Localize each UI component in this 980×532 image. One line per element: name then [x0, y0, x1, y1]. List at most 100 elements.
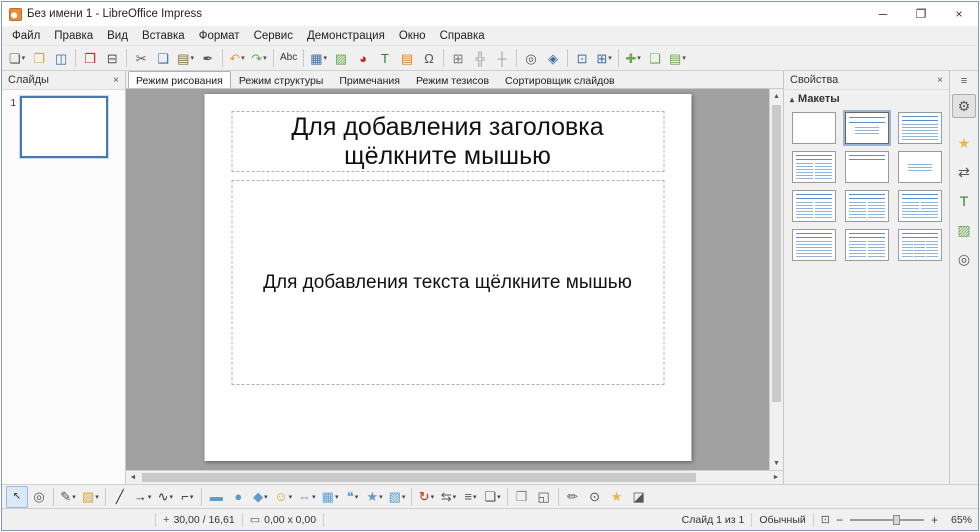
hscroll-track[interactable] — [140, 471, 769, 484]
layout-title-slide[interactable] — [845, 112, 889, 144]
spelling-button[interactable]: Abc — [277, 47, 300, 69]
points-button[interactable]: ✏ — [562, 486, 584, 508]
gallery-tab[interactable]: ▨ — [952, 218, 976, 242]
crop-button[interactable]: ◱ — [533, 486, 555, 508]
select-button[interactable]: ↖ — [6, 486, 28, 508]
menu-item[interactable]: Файл — [5, 28, 47, 44]
display-mode-button[interactable]: ⊞▾ — [593, 47, 615, 69]
curve-button[interactable]: ∿▾ — [154, 486, 176, 508]
slide-style[interactable]: Обычный — [759, 514, 805, 526]
view-tab[interactable]: Сортировщик слайдов — [497, 71, 623, 88]
print-button[interactable]: ⊟ — [101, 47, 123, 69]
layout-title-2content[interactable] — [792, 151, 836, 183]
scroll-right-icon[interactable]: ► — [769, 471, 783, 484]
menu-item[interactable]: Сервис — [247, 28, 300, 44]
menu-item[interactable]: Формат — [192, 28, 247, 44]
layout-title-content-over-content[interactable] — [792, 229, 836, 261]
view-tab[interactable]: Режим рисования — [128, 71, 231, 88]
slides-panel-close-icon[interactable]: × — [113, 75, 119, 86]
basic-shapes-button[interactable]: ◆▾ — [249, 486, 271, 508]
scroll-down-icon[interactable]: ▼ — [770, 456, 783, 470]
layout-title-2content-content[interactable] — [792, 190, 836, 222]
flowchart-button[interactable]: ▦▾ — [319, 486, 342, 508]
scroll-up-icon[interactable]: ▲ — [770, 89, 783, 103]
insert-header-footer-button[interactable]: ▤ — [396, 47, 418, 69]
menu-item[interactable]: Демонстрация — [300, 28, 392, 44]
insert-line-button[interactable]: ╱ — [109, 486, 131, 508]
layout-title-content[interactable] — [898, 112, 942, 144]
restore-button[interactable]: ❐ — [902, 2, 940, 26]
zoom-in-button[interactable]: + — [929, 513, 940, 527]
horizontal-scrollbar[interactable]: ◄ ► — [126, 470, 783, 484]
layout-title-content-2content[interactable] — [845, 190, 889, 222]
insert-chart-button[interactable]: ◕ — [352, 47, 374, 69]
vscroll-thumb[interactable] — [772, 105, 781, 402]
sidebar-menu-tab[interactable]: ≡ — [952, 73, 976, 89]
insert-special-char-button[interactable]: Ω — [418, 47, 440, 69]
callouts-button[interactable]: ❝▾ — [341, 486, 363, 508]
layout-title-6content[interactable] — [898, 229, 942, 261]
open-button[interactable]: ❐ — [28, 47, 50, 69]
new-slide-button[interactable]: ✚▾ — [622, 47, 644, 69]
copy-button[interactable]: ❑ — [152, 47, 174, 69]
insert-table-button[interactable]: ▦▾ — [307, 47, 330, 69]
duplicate-slide-button[interactable]: ❑ — [644, 47, 666, 69]
rotate-button[interactable]: ↻▾ — [415, 486, 437, 508]
navigator-button[interactable]: ◈ — [542, 47, 564, 69]
menu-item[interactable]: Окно — [392, 28, 433, 44]
layout-centered-text[interactable] — [898, 151, 942, 183]
zoom-out-button[interactable]: − — [834, 513, 845, 527]
display-grid-button[interactable]: ⊞ — [447, 47, 469, 69]
slide-thumbnail[interactable] — [20, 96, 108, 158]
layout-title-2content-over-content[interactable] — [898, 190, 942, 222]
layout-blank[interactable] — [792, 112, 836, 144]
cut-button[interactable]: ✂ — [130, 47, 152, 69]
arrange-button[interactable]: ❏▾ — [481, 486, 503, 508]
start-from-first-slide-button[interactable]: ⊡ — [571, 47, 593, 69]
view-tab[interactable]: Режим тезисов — [408, 71, 497, 88]
minimize-button[interactable]: ─ — [864, 2, 902, 26]
3d-objects-button[interactable]: ▧▾ — [386, 486, 409, 508]
rectangle-button[interactable]: ▬ — [205, 486, 227, 508]
zoom-button[interactable]: ◎ — [520, 47, 542, 69]
styles-tab[interactable]: T — [952, 189, 976, 213]
slide[interactable]: Для добавления заголовка щёлкните мышью … — [204, 94, 691, 461]
symbol-shapes-button[interactable]: ☺▾ — [271, 486, 295, 508]
vertical-scrollbar[interactable]: ▲ ▼ — [769, 89, 783, 470]
title-placeholder[interactable]: Для добавления заголовка щёлкните мышью — [231, 111, 664, 172]
insert-textbox-button[interactable]: T — [374, 47, 396, 69]
zoom-slider-thumb[interactable] — [893, 515, 900, 525]
redo-button[interactable]: ↷▾ — [248, 47, 270, 69]
close-button[interactable]: × — [940, 2, 978, 26]
glue-points-button[interactable]: ⊙ — [584, 486, 606, 508]
slide-transition-tab[interactable]: ⇄ — [952, 160, 976, 184]
paste-button[interactable]: ▤▾ — [174, 47, 197, 69]
flip-button[interactable]: ⇆▾ — [437, 486, 459, 508]
zoom-percent[interactable]: 65% — [940, 514, 972, 526]
clone-formatting-button[interactable]: ✒ — [197, 47, 219, 69]
layouts-section-header[interactable]: ▴ Макеты — [784, 90, 949, 108]
view-tab[interactable]: Примечания — [331, 71, 408, 88]
menu-item[interactable]: Вид — [100, 28, 135, 44]
export-pdf-button[interactable]: ❒ — [79, 47, 101, 69]
view-tab[interactable]: Режим структуры — [231, 71, 331, 88]
navigator-tab[interactable]: ◎ — [952, 247, 976, 271]
snap-guides-button[interactable]: ╬ — [469, 47, 491, 69]
new-document-button[interactable]: ❏▾ — [6, 47, 28, 69]
sidebar-close-icon[interactable]: × — [937, 75, 943, 86]
stars-button[interactable]: ★▾ — [363, 486, 385, 508]
menu-item[interactable]: Справка — [433, 28, 492, 44]
fill-color-button[interactable]: ▨▾ — [79, 486, 102, 508]
animation-tab[interactable]: ★ — [952, 131, 976, 155]
shadow-button[interactable]: ❒ — [511, 486, 533, 508]
block-arrows-button[interactable]: ⇔▾ — [295, 486, 319, 508]
scroll-left-icon[interactable]: ◄ — [126, 471, 140, 484]
extrusion-button[interactable]: ◪ — [628, 486, 650, 508]
fontwork-button[interactable]: ★ — [606, 486, 628, 508]
slide-layout-button[interactable]: ▤▾ — [666, 47, 689, 69]
body-placeholder[interactable]: Для добавления текста щёлкните мышью — [231, 180, 664, 385]
layout-title-only[interactable] — [845, 151, 889, 183]
menu-item[interactable]: Вставка — [135, 28, 192, 44]
helplines-while-moving-button[interactable]: ┼ — [491, 47, 513, 69]
zoom-slider[interactable] — [850, 519, 924, 521]
